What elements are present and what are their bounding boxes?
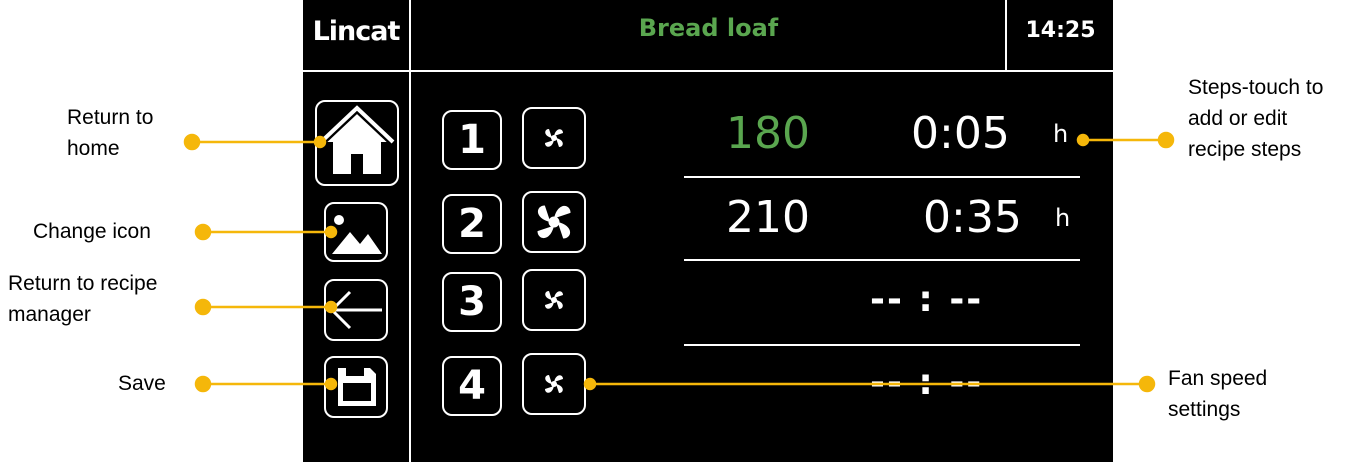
callout-lines — [183, 131, 1175, 393]
